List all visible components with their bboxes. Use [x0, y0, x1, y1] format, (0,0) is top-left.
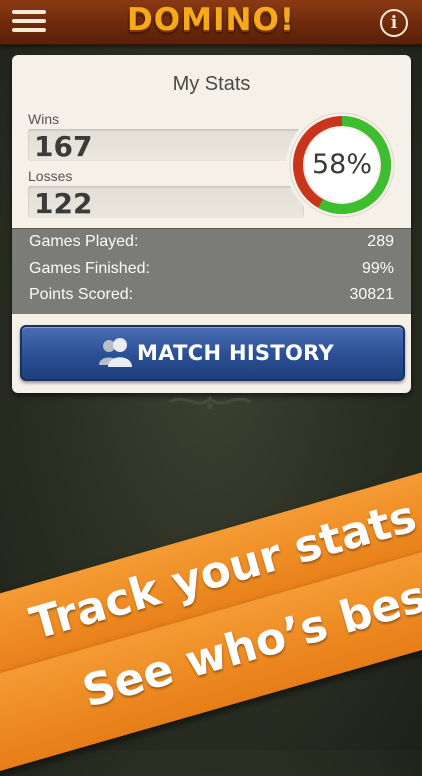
app-title: DOMINO! — [127, 2, 295, 38]
wins-label: Wins — [28, 111, 60, 127]
stats-row-value: 289 — [367, 233, 394, 250]
stats-row-points-scored: Points Scored: 30821 — [29, 286, 394, 312]
stats-row-games-finished: Games Finished: 99% — [29, 260, 394, 286]
match-history-label: MATCH HISTORY — [137, 341, 334, 365]
losses-label: Losses — [28, 168, 73, 184]
stats-row-value: 30821 — [349, 286, 395, 303]
stats-row-label: Games Finished: — [29, 260, 150, 277]
wins-field: 167 — [28, 129, 304, 163]
stats-row-label: Games Played: — [29, 233, 139, 250]
ornament-decoration — [169, 395, 251, 409]
match-history-button[interactable]: MATCH HISTORY — [20, 325, 405, 381]
stats-row-value: 99% — [361, 260, 394, 277]
win-percent: 58% — [311, 149, 372, 180]
win-ratio-ring: 58% — [282, 105, 402, 225]
stats-card: My Stats Wins 167 Losses 122 58% Games P… — [12, 55, 411, 393]
info-icon[interactable]: i — [380, 9, 408, 37]
losses-value: 122 — [34, 187, 93, 220]
stats-row-label: Points Scored: — [29, 286, 134, 303]
top-bar: DOMINO! i — [0, 0, 422, 45]
people-icon — [99, 338, 132, 367]
stats-table: Games Played: 289 Games Finished: 99% Po… — [12, 228, 411, 314]
wins-value: 167 — [34, 130, 93, 163]
losses-field: 122 — [28, 186, 304, 220]
stats-title: My Stats — [172, 73, 251, 95]
stats-row-games-played: Games Played: 289 — [29, 233, 394, 259]
